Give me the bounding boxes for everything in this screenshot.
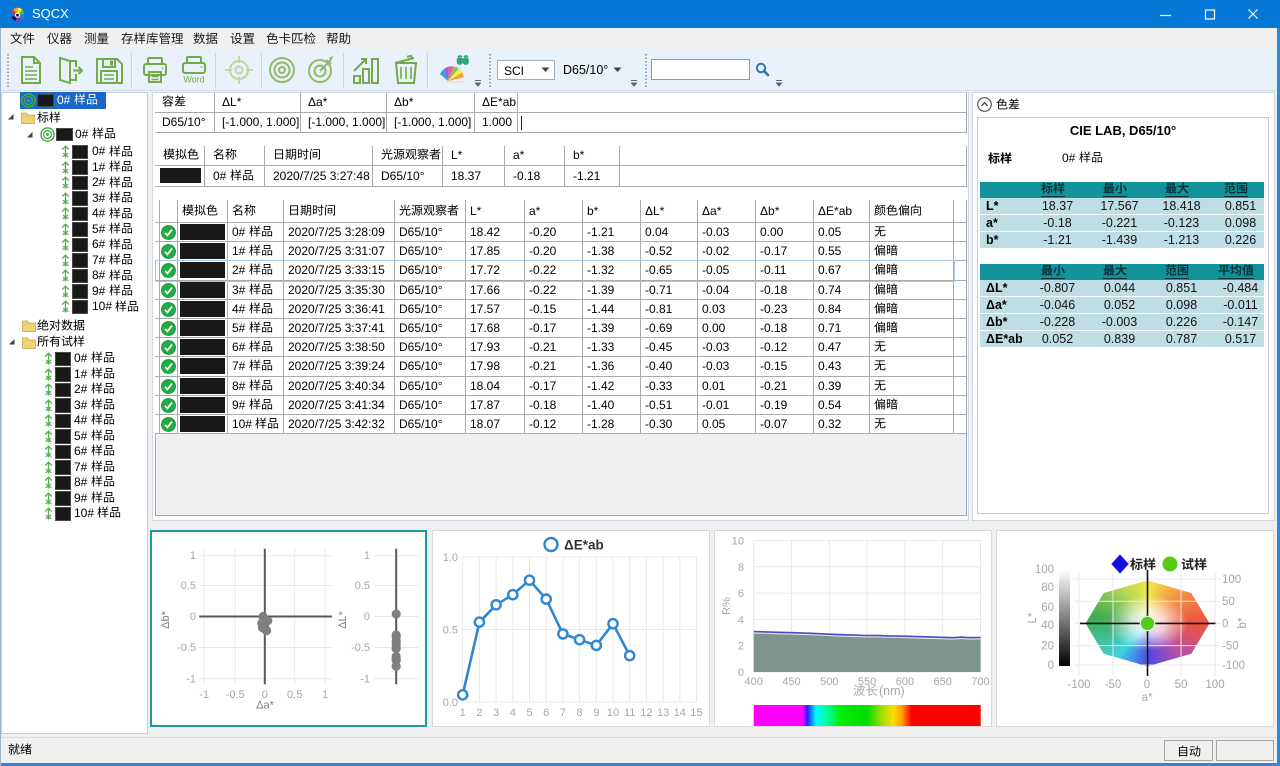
svg-text:700: 700: [971, 676, 989, 688]
svg-text:-0.5: -0.5: [177, 642, 196, 654]
svg-text:0: 0: [1222, 618, 1228, 630]
svg-text:100: 100: [1035, 564, 1054, 576]
svg-text:L*: L*: [1027, 612, 1039, 623]
svg-text:4: 4: [510, 707, 516, 719]
svg-text:-100: -100: [1067, 679, 1090, 691]
svg-text:0.5: 0.5: [355, 580, 370, 592]
svg-text:-50: -50: [1105, 679, 1122, 691]
svg-text:-1: -1: [199, 689, 209, 701]
svg-text:0.0: 0.0: [443, 697, 458, 709]
svg-text:13: 13: [657, 707, 669, 719]
svg-text:b*: b*: [1237, 617, 1249, 628]
svg-text:-100: -100: [1222, 660, 1245, 672]
svg-text:80: 80: [1041, 582, 1054, 594]
svg-text:15: 15: [690, 707, 702, 719]
svg-text:650: 650: [934, 676, 952, 688]
svg-text:(nm): (nm): [879, 684, 905, 698]
svg-text:3: 3: [493, 707, 499, 719]
svg-text:100: 100: [1222, 574, 1241, 586]
svg-text:0.5: 0.5: [287, 689, 302, 701]
svg-text:5: 5: [526, 707, 532, 719]
svg-text:-50: -50: [1222, 641, 1239, 653]
svg-text:6: 6: [543, 707, 549, 719]
svg-text:0: 0: [364, 611, 370, 623]
svg-text:-0.5: -0.5: [226, 689, 245, 701]
svg-text:a*: a*: [1142, 692, 1153, 704]
svg-text:-0.5: -0.5: [351, 642, 370, 654]
svg-text:6: 6: [738, 588, 744, 600]
svg-text:0: 0: [190, 611, 196, 623]
svg-text:1: 1: [322, 689, 328, 701]
svg-text:100: 100: [1205, 679, 1224, 691]
svg-text:60: 60: [1041, 602, 1054, 614]
svg-text:R%: R%: [721, 597, 733, 615]
svg-text:-1: -1: [360, 673, 370, 685]
svg-text:0.5: 0.5: [443, 625, 458, 637]
svg-text:1.0: 1.0: [443, 552, 458, 564]
svg-text:ΔL*: ΔL*: [337, 610, 349, 628]
svg-text:10: 10: [732, 536, 744, 548]
svg-text:20: 20: [1041, 641, 1054, 653]
svg-text:50: 50: [1175, 679, 1188, 691]
svg-text:1: 1: [460, 707, 466, 719]
svg-text:0.5: 0.5: [181, 580, 196, 592]
svg-text:7: 7: [560, 707, 566, 719]
svg-text:0: 0: [1048, 660, 1054, 672]
svg-text:11: 11: [624, 707, 635, 719]
svg-text:Word: Word: [183, 75, 204, 85]
svg-text:2: 2: [738, 641, 744, 653]
svg-text:500: 500: [820, 676, 838, 688]
svg-text:10: 10: [607, 707, 619, 719]
svg-text:8: 8: [738, 562, 744, 574]
svg-text:4: 4: [738, 614, 744, 626]
svg-text:50: 50: [1222, 596, 1235, 608]
svg-text:8: 8: [577, 707, 583, 719]
svg-text:450: 450: [782, 676, 800, 688]
svg-text:9: 9: [593, 707, 599, 719]
svg-text:1: 1: [364, 550, 370, 562]
svg-text:0: 0: [738, 667, 744, 679]
svg-text:40: 40: [1041, 620, 1054, 632]
svg-text:12: 12: [640, 707, 652, 719]
svg-text:0: 0: [1144, 679, 1150, 691]
svg-text:Δa*: Δa*: [256, 700, 274, 712]
svg-text:400: 400: [745, 676, 763, 688]
svg-text:14: 14: [674, 707, 686, 719]
svg-text:Δb*: Δb*: [160, 610, 172, 628]
svg-text:-1: -1: [186, 673, 196, 685]
svg-text:1: 1: [190, 550, 196, 562]
svg-text:2: 2: [476, 707, 482, 719]
svg-text:ΔE*ab: ΔE*ab: [564, 538, 604, 553]
